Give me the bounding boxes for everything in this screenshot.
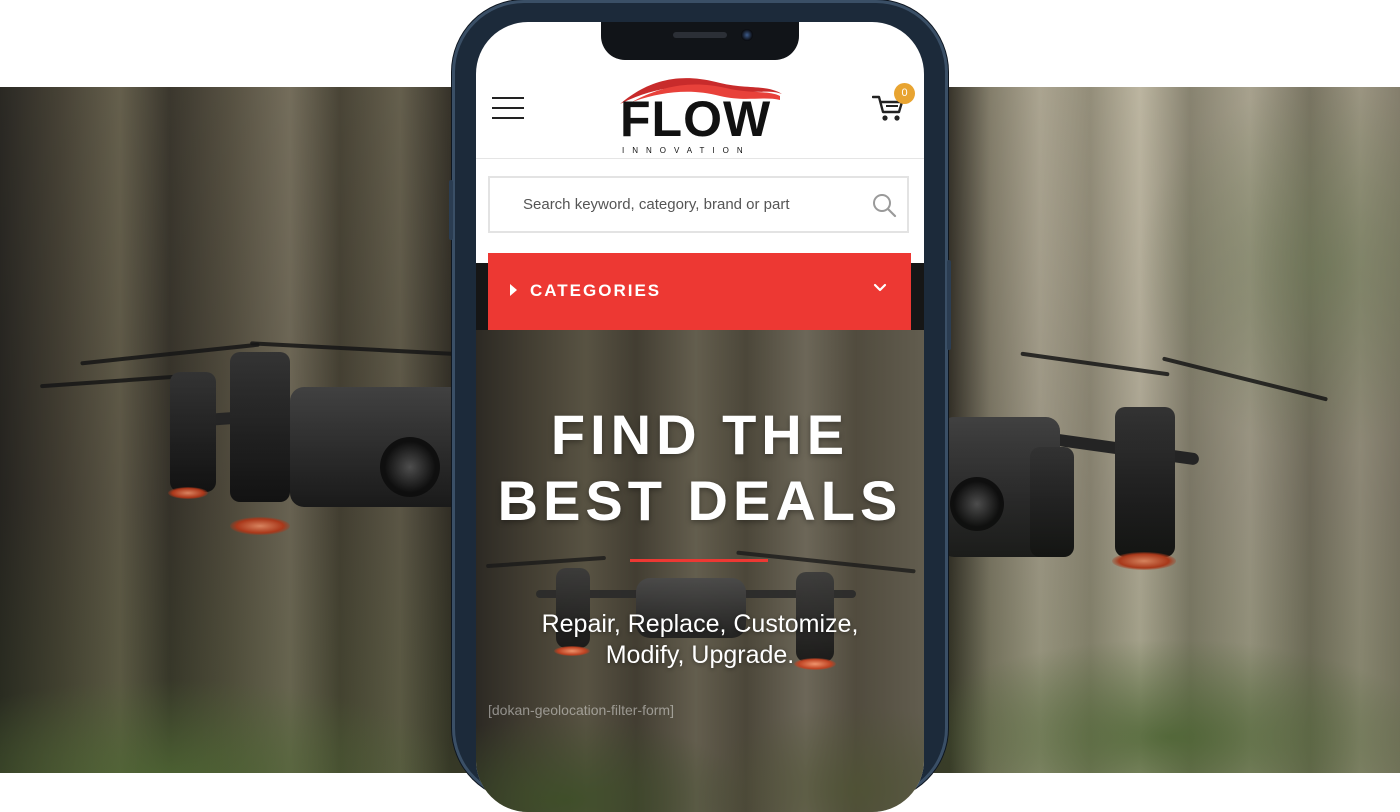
speaker-grille <box>673 32 727 38</box>
categories-label: CATEGORIES <box>530 281 662 300</box>
hero-subtitle: Repair, Replace, Customize, Modify, Upgr… <box>476 609 924 671</box>
site-logo[interactable]: FLOW INNOVATION <box>616 74 786 158</box>
phone-screen: FLOW INNOVATION 0 Search keyword, catego… <box>476 22 924 812</box>
chevron-down-icon <box>873 283 887 292</box>
hamburger-menu-icon[interactable] <box>492 97 524 121</box>
categories-dropdown[interactable]: CATEGORIES <box>488 253 911 330</box>
phone-mockup: FLOW INNOVATION 0 Search keyword, catego… <box>449 0 951 812</box>
hero-title: FIND THE BEST DEALS <box>476 402 924 534</box>
phone-power-button <box>947 260 951 350</box>
drone-left-image <box>40 327 470 627</box>
hero-subtitle-line-1: Repair, Replace, Customize, <box>541 610 859 638</box>
drone-right-image <box>940 347 1340 627</box>
logo-title: FLOW <box>620 91 772 147</box>
hero-banner: FIND THE BEST DEALS Repair, Replace, Cus… <box>476 330 924 812</box>
search-input[interactable] <box>508 178 863 231</box>
hero-title-line-1: FIND THE <box>550 403 850 466</box>
hero-title-line-2: BEST DEALS <box>497 469 903 532</box>
geolocation-shortcode-text: [dokan-geolocation-filter-form] <box>488 702 674 718</box>
hero-subtitle-line-2: Modify, Upgrade. <box>605 641 795 669</box>
caret-right-icon <box>510 284 517 296</box>
front-camera <box>741 29 753 41</box>
logo-subtitle: INNOVATION <box>622 146 751 155</box>
phone-side-button <box>449 180 453 240</box>
search-bar <box>488 176 909 233</box>
cart-count-badge: 0 <box>894 83 915 104</box>
phone-notch <box>601 22 799 60</box>
search-icon[interactable] <box>871 192 897 218</box>
hero-divider <box>630 559 768 562</box>
